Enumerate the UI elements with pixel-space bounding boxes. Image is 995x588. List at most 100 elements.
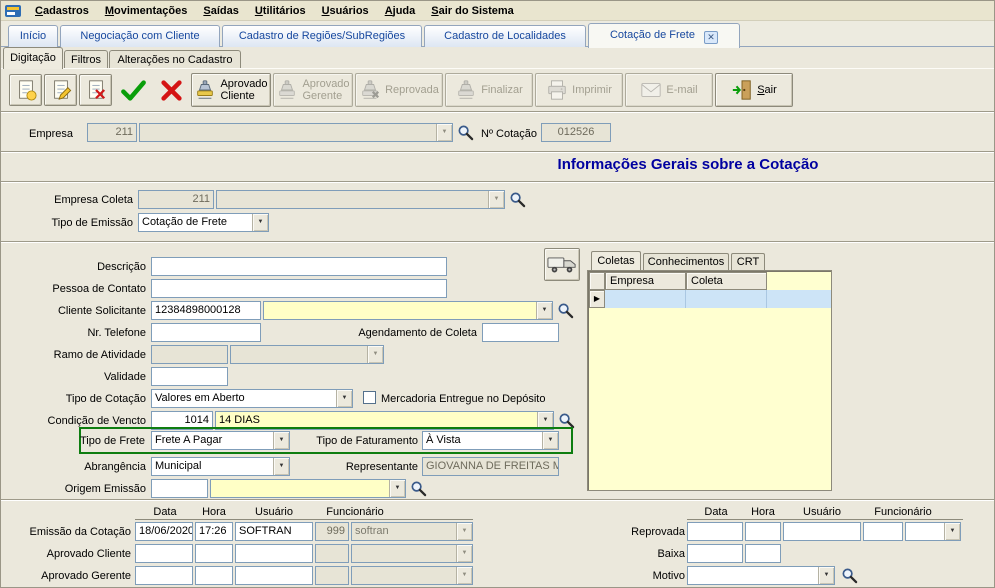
validade-input[interactable] xyxy=(151,367,228,386)
combo-arrow-icon: ▼ xyxy=(456,523,472,540)
tipo-faturamento-combo[interactable]: À Vista ▼ xyxy=(422,431,559,450)
aprovado-gerente-label-1: Aprovado xyxy=(302,78,349,90)
header-underline xyxy=(135,519,473,520)
empresa-coleta-combo-value xyxy=(220,191,486,208)
tab-label: Cotação de Frete xyxy=(610,29,695,41)
aprovado-cliente-usuario-field xyxy=(235,544,313,563)
tab-cadastro-localidades[interactable]: Cadastro de Localidades xyxy=(424,25,586,47)
combo-arrow-icon: ▼ xyxy=(488,191,504,208)
sidetab-crt[interactable]: CRT xyxy=(731,253,765,270)
cancel-record-button[interactable] xyxy=(79,74,112,106)
tab-inicio[interactable]: Início xyxy=(8,25,58,47)
search-icon xyxy=(457,124,474,141)
aprovado-cliente-data-field xyxy=(135,544,193,563)
grid-cell-coleta[interactable] xyxy=(686,290,767,308)
descricao-input[interactable] xyxy=(151,257,447,276)
empresa-coleta-search-button[interactable] xyxy=(509,191,527,209)
finalizar-label: Finalizar xyxy=(481,84,523,96)
menu-item-movimentacoes[interactable]: Movimentações xyxy=(97,1,196,21)
nr-telefone-input[interactable] xyxy=(151,323,261,342)
grid-header-coleta[interactable]: Coleta xyxy=(686,272,767,290)
search-icon xyxy=(509,191,526,208)
combo-arrow-icon: ▼ xyxy=(456,567,472,584)
tipo-faturamento-label: Tipo de Faturamento xyxy=(301,434,418,448)
ramo-atividade-code-field xyxy=(151,345,228,364)
origem-emissao-search-button[interactable] xyxy=(410,480,428,498)
empresa-coleta-label: Empresa Coleta xyxy=(11,193,133,207)
combo-arrow-icon: ▼ xyxy=(367,346,383,363)
combo-arrow-icon: ▼ xyxy=(944,523,960,540)
tipo-cotacao-label: Tipo de Cotação xyxy=(11,392,146,406)
col-header-funcionario: Funcionário xyxy=(315,506,395,518)
motivo-combo[interactable]: ▼ xyxy=(687,566,835,585)
aprovado-cliente-funcionario-nome xyxy=(355,545,454,562)
sidetab-coletas[interactable]: Coletas xyxy=(591,251,641,270)
stamp-icon xyxy=(455,79,477,101)
baixa-data-field xyxy=(687,544,743,563)
subtab-filtros[interactable]: Filtros xyxy=(64,50,108,69)
tab-cotacao-de-frete[interactable]: Cotação de Frete ✕ xyxy=(588,23,740,48)
menu-item-cadastros[interactable]: Cadastros xyxy=(27,1,97,21)
menu-item-utilitarios[interactable]: Utilitários xyxy=(247,1,314,21)
empresa-combo-value xyxy=(143,124,434,141)
tipo-frete-combo[interactable]: Frete A Pagar ▼ xyxy=(151,431,290,450)
tab-negociacao-com-cliente[interactable]: Negociação com Cliente xyxy=(60,25,220,47)
aprovado-cliente-funcionario-combo: ▼ xyxy=(351,544,473,563)
grid-cell-filler xyxy=(767,290,831,308)
add-record-button[interactable] xyxy=(9,74,42,106)
cliente-solicitante-label: Cliente Solicitante xyxy=(11,304,146,318)
origem-emissao-input[interactable] xyxy=(151,479,208,498)
coleta-truck-button[interactable] xyxy=(544,248,580,281)
aprovado-cliente-button[interactable]: AprovadoCliente xyxy=(191,73,271,107)
grid-row-selector-icon[interactable]: ▶ xyxy=(589,290,605,308)
confirm-button[interactable] xyxy=(115,75,151,105)
separator xyxy=(1,241,995,243)
pessoa-contato-input[interactable] xyxy=(151,279,447,298)
motivo-search-button[interactable] xyxy=(841,567,859,585)
subtab-alteracoes-no-cadastro[interactable]: Alterações no Cadastro xyxy=(109,50,241,69)
emissao-hora-field: 17:26 xyxy=(195,522,233,541)
menu-item-sair-do-sistema[interactable]: Sair do Sistema xyxy=(423,1,522,21)
tipo-frete-label: Tipo de Frete xyxy=(79,434,145,448)
aprovado-gerente-data-field xyxy=(135,566,193,585)
origem-emissao-combo[interactable]: ▼ xyxy=(210,479,406,498)
aprovado-cliente-label-1: Aprovado xyxy=(220,78,267,90)
tipo-emissao-value: Cotação de Frete xyxy=(142,214,250,231)
descricao-label: Descrição xyxy=(11,260,146,274)
document-tabstrip: Início Negociação com Cliente Cadastro d… xyxy=(1,21,994,47)
menu-item-ajuda[interactable]: Ajuda xyxy=(377,1,424,21)
abrangencia-combo[interactable]: Municipal ▼ xyxy=(151,457,290,476)
tab-cadastro-regioes-subregioes[interactable]: Cadastro de Regiões/SubRegiões xyxy=(222,25,422,47)
grid-header-empresa[interactable]: Empresa xyxy=(605,272,686,290)
mercadoria-checkbox[interactable] xyxy=(363,391,376,404)
edit-record-button[interactable] xyxy=(44,74,77,106)
red-x-icon xyxy=(158,77,185,104)
cancel-document-icon xyxy=(85,79,107,101)
menu-item-saidas[interactable]: Saídas xyxy=(195,1,246,21)
validade-label: Validade xyxy=(11,370,146,384)
cliente-solicitante-input[interactable]: 12384898000128 xyxy=(151,301,261,320)
reprovada-button: Reprovada xyxy=(355,73,443,107)
tipo-cotacao-combo[interactable]: Valores em Aberto ▼ xyxy=(151,389,353,408)
aprovado-gerente-label-2: Gerente xyxy=(302,90,342,102)
aprovado-gerente-funcionario-nome xyxy=(355,567,454,584)
tab-close-icon[interactable]: ✕ xyxy=(704,31,718,44)
grid-cell-empresa[interactable] xyxy=(605,290,686,308)
col-header-hora: Hora xyxy=(195,506,233,518)
tipo-emissao-combo[interactable]: Cotação de Frete ▼ xyxy=(138,213,269,232)
subtab-digitacao[interactable]: Digitação xyxy=(3,47,63,69)
cliente-solicitante-combo[interactable]: ▼ xyxy=(263,301,553,320)
aprovado-cliente-row-label: Aprovado Cliente xyxy=(9,547,131,561)
sidetab-conhecimentos[interactable]: Conhecimentos xyxy=(643,253,729,270)
cliente-solicitante-search-button[interactable] xyxy=(557,302,575,320)
emissao-usuario-field: SOFTRAN xyxy=(235,522,313,541)
reprovada-data-field xyxy=(687,522,743,541)
separator xyxy=(1,151,995,153)
imprimir-label: Imprimir xyxy=(572,84,612,96)
emissao-data-field: 18/06/2020 xyxy=(135,522,193,541)
empresa-search-button[interactable] xyxy=(457,124,475,142)
agendamento-input[interactable] xyxy=(482,323,559,342)
sair-button[interactable]: Sair xyxy=(715,73,793,107)
abort-button[interactable] xyxy=(153,75,189,105)
menu-item-usuarios[interactable]: Usuários xyxy=(314,1,377,21)
